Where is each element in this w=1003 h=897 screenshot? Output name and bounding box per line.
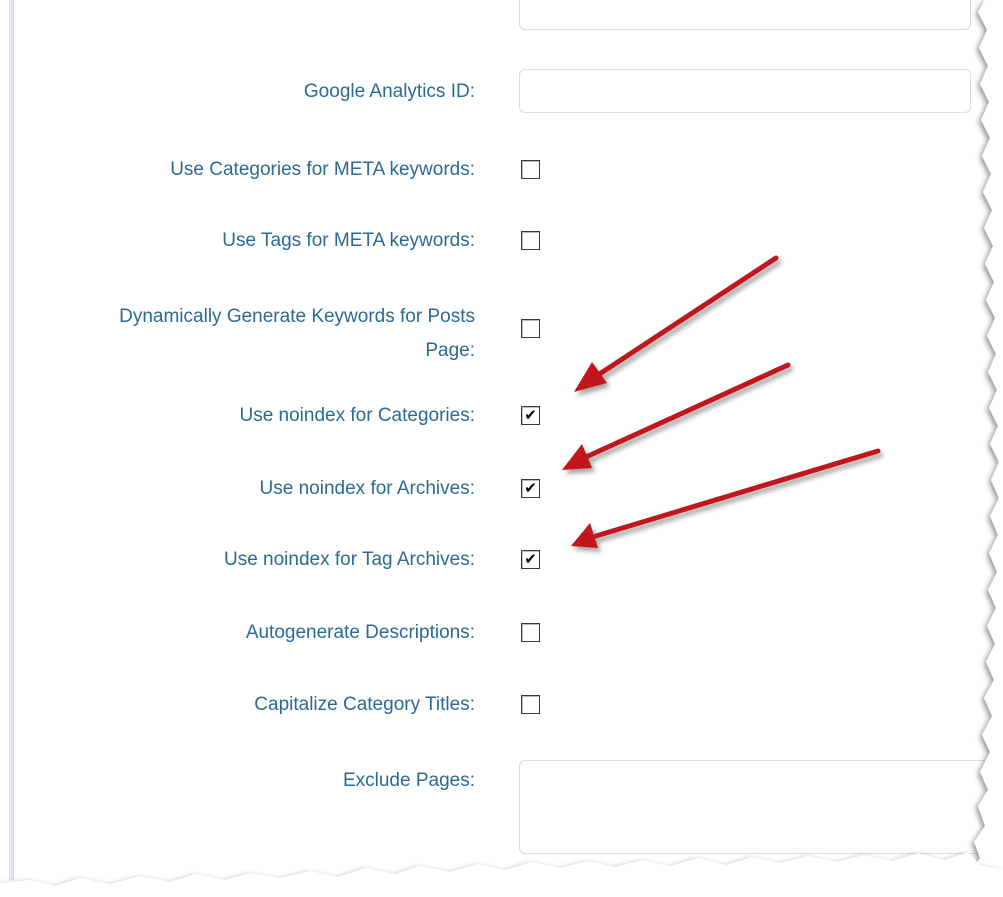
google-analytics-label: Google Analytics ID: bbox=[303, 81, 475, 102]
left-border-line bbox=[13, 0, 14, 880]
exclude-pages-label: Exclude Pages: bbox=[342, 770, 475, 791]
autogenerate-descriptions-checkbox[interactable] bbox=[521, 623, 540, 642]
categories-meta-keywords-label: Use Categories for META keywords: bbox=[170, 159, 475, 180]
noindex-categories-label: Use noindex for Categories: bbox=[239, 405, 475, 426]
categories-meta-keywords-checkbox[interactable] bbox=[521, 160, 540, 179]
autogenerate-descriptions-label: Autogenerate Descriptions: bbox=[245, 622, 475, 643]
exclude-pages-textarea[interactable] bbox=[519, 760, 989, 854]
google-analytics-id-input[interactable] bbox=[519, 69, 971, 113]
noindex-tag-archives-checkbox[interactable]: ✔ bbox=[521, 550, 540, 569]
tags-meta-keywords-checkbox[interactable] bbox=[521, 231, 540, 250]
dynamic-keywords-label: Dynamically Generate Keywords for Posts … bbox=[119, 306, 475, 361]
noindex-archives-checkbox[interactable]: ✔ bbox=[521, 479, 540, 498]
tags-meta-keywords-label: Use Tags for META keywords: bbox=[222, 230, 475, 251]
dynamic-keywords-checkbox[interactable] bbox=[521, 319, 540, 338]
settings-panel: Google Analytics ID: Use Categories for … bbox=[0, 0, 1003, 897]
previous-field-input[interactable] bbox=[519, 0, 971, 30]
noindex-tag-archives-label: Use noindex for Tag Archives: bbox=[223, 549, 475, 570]
capitalize-category-titles-checkbox[interactable] bbox=[521, 695, 540, 714]
noindex-categories-checkbox[interactable]: ✔ bbox=[521, 406, 540, 425]
noindex-archives-label: Use noindex for Archives: bbox=[259, 478, 475, 499]
capitalize-category-titles-label: Capitalize Category Titles: bbox=[254, 694, 475, 715]
